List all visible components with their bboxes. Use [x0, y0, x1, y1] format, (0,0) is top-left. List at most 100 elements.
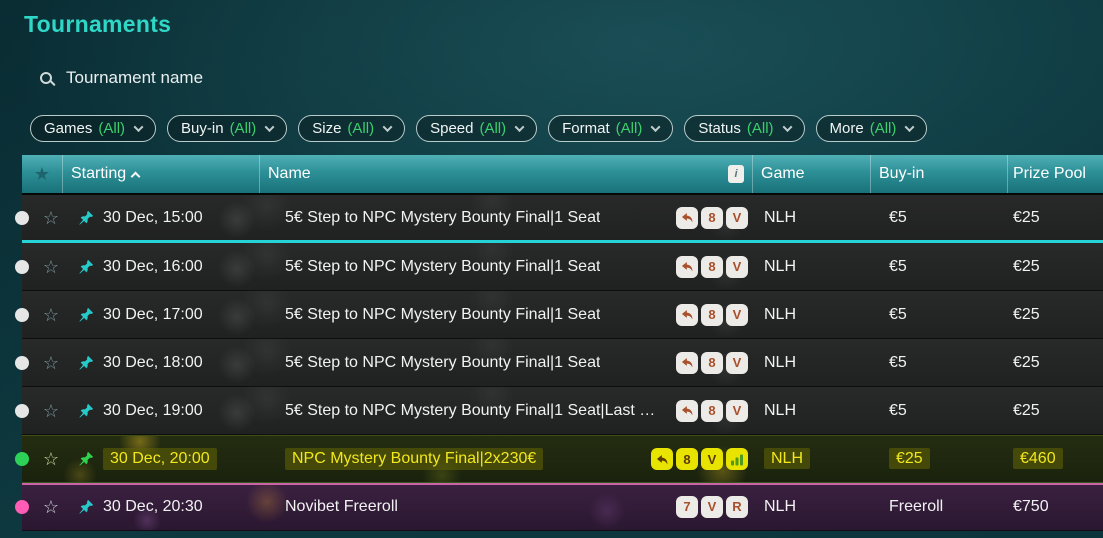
- sort-ascending-icon: [131, 171, 141, 181]
- badge-group: 7VR: [668, 496, 748, 518]
- starting-time: 30 Dec, 17:00: [103, 306, 203, 324]
- table-row[interactable]: ☆ 30 Dec, 20:30 Novibet Freeroll 7VR NLH…: [22, 483, 1103, 531]
- badge-8: 8: [701, 256, 723, 278]
- filter-size-dropdown[interactable]: Size (All): [298, 115, 405, 142]
- badge-reentry-icon: [676, 256, 698, 278]
- tournament-name: 5€ Step to NPC Mystery Bounty Final|1 Se…: [285, 306, 600, 324]
- favorite-star-icon[interactable]: ☆: [43, 354, 59, 372]
- tournaments-page: Tournaments Games (All) Buy-in (All) Siz…: [0, 0, 1103, 531]
- pin-icon: [78, 259, 94, 275]
- header-buyin[interactable]: Buy-in: [870, 155, 1007, 193]
- badge-8: 8: [676, 448, 698, 470]
- chevron-down-icon: [515, 122, 525, 132]
- badge-group: 8V: [668, 352, 748, 374]
- badge-reentry-icon: [676, 352, 698, 374]
- filter-buyin-dropdown[interactable]: Buy-in (All): [167, 115, 287, 142]
- prize-pool-value: €460: [1013, 448, 1063, 469]
- buyin-value: €5: [889, 306, 907, 323]
- tournament-name: Novibet Freeroll: [285, 498, 398, 516]
- badge-8: 8: [701, 352, 723, 374]
- starting-time: 30 Dec, 20:30: [103, 498, 203, 516]
- badge-v: V: [726, 352, 748, 374]
- pin-icon: [78, 499, 94, 515]
- tournament-name: 5€ Step to NPC Mystery Bounty Final|1 Se…: [285, 258, 600, 276]
- chevron-down-icon: [383, 122, 393, 132]
- favorite-star-icon[interactable]: ☆: [43, 258, 59, 276]
- pin-icon: [78, 210, 94, 226]
- filter-selected-value: (All): [870, 120, 897, 137]
- badge-r: R: [726, 496, 748, 518]
- filter-games-dropdown[interactable]: Games (All): [30, 115, 156, 142]
- pin-icon: [78, 307, 94, 323]
- game-type: NLH: [764, 402, 796, 419]
- chevron-down-icon: [782, 122, 792, 132]
- badge-reentry-icon: [676, 207, 698, 229]
- starting-time: 30 Dec, 16:00: [103, 258, 203, 276]
- filter-speed-dropdown[interactable]: Speed (All): [416, 115, 537, 142]
- tournament-name: 5€ Step to NPC Mystery Bounty Final|1 Se…: [285, 209, 600, 227]
- status-dot: [15, 308, 29, 322]
- favorite-star-icon[interactable]: ☆: [43, 402, 59, 420]
- prize-pool-value: €25: [1013, 354, 1040, 371]
- game-type: NLH: [764, 354, 796, 371]
- tournaments-table: ★ Starting Name i Game Buy-in Prize Pool: [22, 155, 1103, 531]
- header-game[interactable]: Game: [752, 155, 870, 193]
- badge-v: V: [726, 256, 748, 278]
- filter-label: Buy-in: [181, 120, 224, 137]
- filter-selected-value: (All): [479, 120, 506, 137]
- filter-status-dropdown[interactable]: Status (All): [684, 115, 804, 142]
- game-type: NLH: [764, 306, 796, 323]
- favorite-star-icon[interactable]: ☆: [43, 498, 59, 516]
- prize-pool-value: €25: [1013, 258, 1040, 275]
- favorite-star-icon[interactable]: ☆: [43, 306, 59, 324]
- badge-reentry-icon: [651, 448, 673, 470]
- table-row[interactable]: ☆ 30 Dec, 17:00 5€ Step to NPC Mystery B…: [22, 291, 1103, 339]
- filter-label: Size: [312, 120, 341, 137]
- header-favorite-column[interactable]: ★: [22, 155, 62, 193]
- table-header: ★ Starting Name i Game Buy-in Prize Pool: [22, 155, 1103, 195]
- table-row[interactable]: ☆ 30 Dec, 20:00 NPC Mystery Bounty Final…: [22, 435, 1103, 483]
- tournament-name: NPC Mystery Bounty Final|2x230€: [285, 448, 543, 470]
- prize-pool-value: €25: [1013, 306, 1040, 323]
- badge-group: 8V: [668, 256, 748, 278]
- starting-time: 30 Dec, 15:00: [103, 209, 203, 227]
- badge-8: 8: [701, 207, 723, 229]
- favorite-star-icon[interactable]: ☆: [43, 209, 59, 227]
- table-row[interactable]: ☆ 30 Dec, 15:00 5€ Step to NPC Mystery B…: [22, 195, 1103, 243]
- header-starting[interactable]: Starting: [62, 155, 259, 193]
- badge-8: 8: [701, 304, 723, 326]
- chevron-down-icon: [134, 122, 144, 132]
- badge-group: 8V: [668, 400, 748, 422]
- search-input[interactable]: [66, 68, 486, 88]
- table-row[interactable]: ☆ 30 Dec, 16:00 5€ Step to NPC Mystery B…: [22, 243, 1103, 291]
- header-prize-pool[interactable]: Prize Pool: [1007, 155, 1103, 193]
- table-row[interactable]: ☆ 30 Dec, 18:00 5€ Step to NPC Mystery B…: [22, 339, 1103, 387]
- badge-reentry-icon: [676, 400, 698, 422]
- chevron-down-icon: [905, 122, 915, 132]
- filter-label: More: [830, 120, 864, 137]
- header-name[interactable]: Name i: [259, 155, 752, 193]
- buyin-value: €5: [889, 354, 907, 371]
- filter-selected-value: (All): [98, 120, 125, 137]
- filter-selected-value: (All): [230, 120, 257, 137]
- filter-selected-value: (All): [747, 120, 774, 137]
- favorite-star-icon[interactable]: ☆: [43, 450, 59, 468]
- info-icon[interactable]: i: [728, 165, 744, 183]
- filter-bar: Games (All) Buy-in (All) Size (All) Spee…: [30, 115, 1103, 142]
- filter-label: Games: [44, 120, 92, 137]
- table-row[interactable]: ☆ 30 Dec, 19:00 5€ Step to NPC Mystery B…: [22, 387, 1103, 435]
- filter-label: Format: [562, 120, 610, 137]
- game-type: NLH: [764, 448, 810, 469]
- pin-icon: [78, 451, 94, 467]
- tournament-name: 5€ Step to NPC Mystery Bounty Final|1 Se…: [285, 354, 600, 372]
- starting-time: 30 Dec, 19:00: [103, 402, 203, 420]
- buyin-value: €5: [889, 402, 907, 419]
- game-type: NLH: [764, 498, 796, 515]
- filter-format-dropdown[interactable]: Format (All): [548, 115, 673, 142]
- status-dot: [15, 211, 29, 225]
- star-filled-icon: ★: [34, 164, 50, 185]
- badge-v: V: [726, 400, 748, 422]
- status-dot: [15, 404, 29, 418]
- badge-group: 8V: [668, 207, 748, 229]
- filter-more-dropdown[interactable]: More (All): [816, 115, 928, 142]
